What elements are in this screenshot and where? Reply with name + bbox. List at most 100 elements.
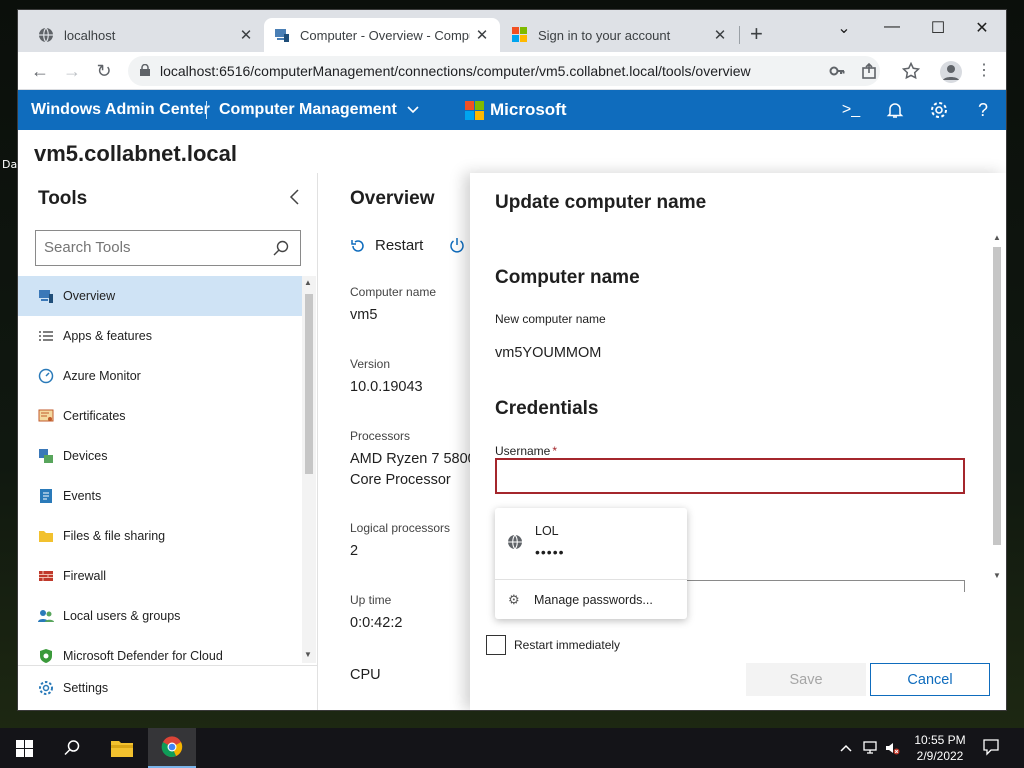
collapse-chevron-icon[interactable]	[288, 188, 300, 206]
tool-item-apps-features[interactable]: Apps & features	[18, 316, 302, 356]
saved-credential-option[interactable]: LOL •••••	[495, 508, 687, 580]
tool-label: Local users & groups	[63, 609, 181, 623]
file-explorer-button[interactable]	[98, 728, 146, 768]
tab-close-icon[interactable]: ✕	[238, 26, 254, 44]
scroll-up-icon[interactable]: ▲	[993, 233, 1001, 242]
notification-center-icon[interactable]	[982, 738, 1000, 756]
desktop-icon-label: Da	[2, 158, 18, 171]
maximize-button[interactable]: ☐	[926, 18, 950, 38]
property-value: 10.0.19043	[350, 379, 423, 395]
header-divider	[206, 101, 207, 119]
saved-password-mask: •••••	[535, 544, 565, 560]
tool-item-overview[interactable]: Overview	[18, 276, 302, 316]
required-marker: *	[552, 444, 558, 458]
tool-item-devices[interactable]: Devices	[18, 436, 302, 476]
profile-avatar-icon[interactable]	[940, 61, 962, 83]
tool-label: Overview	[63, 289, 116, 303]
tools-heading: Tools	[38, 188, 88, 209]
tools-pane: Tools Overview Apps & features Azure Mon…	[18, 173, 318, 710]
start-button[interactable]	[0, 728, 48, 768]
system-clock[interactable]: 10:55 PM 2/9/2022	[908, 732, 972, 764]
section-switcher[interactable]: Computer Management	[219, 101, 419, 119]
tool-item-files[interactable]: Files & file sharing	[18, 516, 302, 556]
power-icon[interactable]	[449, 237, 465, 253]
username-input[interactable]	[495, 458, 965, 494]
save-button[interactable]: Save	[746, 663, 866, 696]
volume-muted-icon[interactable]	[884, 740, 900, 756]
app-title[interactable]: Windows Admin Center	[31, 101, 210, 119]
restart-button[interactable]: Restart	[350, 237, 423, 254]
scroll-up-icon[interactable]: ▲	[304, 278, 312, 287]
notification-bell-icon[interactable]	[885, 100, 905, 120]
new-name-value[interactable]: vm5YOUMMOM	[495, 345, 601, 361]
tab-strip: localhost ✕ Computer - Overview - Comput…	[18, 10, 1006, 52]
bookmark-star-icon[interactable]	[902, 62, 920, 80]
network-icon[interactable]	[862, 740, 878, 756]
tool-item-events[interactable]: Events	[18, 476, 302, 516]
forward-button[interactable]: →	[61, 61, 83, 83]
reload-button[interactable]: ↻	[93, 61, 115, 83]
scroll-thumb[interactable]	[993, 247, 1001, 545]
help-icon[interactable]: ?	[973, 100, 993, 120]
tab-search-dropdown-icon[interactable]: ⌄	[832, 18, 856, 38]
cancel-button[interactable]: Cancel	[870, 663, 990, 696]
password-field[interactable]	[665, 580, 965, 592]
scroll-down-icon[interactable]: ▼	[304, 650, 312, 659]
panel-title: Update computer name	[495, 192, 707, 213]
tab-close-icon[interactable]: ✕	[474, 26, 490, 44]
scroll-down-icon[interactable]: ▼	[993, 571, 1001, 580]
tool-item-azure-monitor[interactable]: Azure Monitor	[18, 356, 302, 396]
share-icon[interactable]	[860, 62, 878, 80]
search-input[interactable]	[44, 239, 264, 256]
chrome-button[interactable]	[148, 728, 196, 768]
restart-immediately-checkbox[interactable]: Restart immediately	[486, 635, 620, 655]
update-computer-name-panel: Update computer name ▲ ▼ Computer name N…	[470, 173, 1006, 710]
property-label: Logical processors	[350, 521, 451, 535]
browser-window: localhost ✕ Computer - Overview - Comput…	[18, 10, 1006, 710]
tool-item-settings[interactable]: Settings	[18, 665, 318, 709]
back-button[interactable]: ←	[29, 61, 51, 83]
windows-logo-icon	[15, 739, 33, 757]
overview-icon	[39, 290, 53, 303]
checkbox-box[interactable]	[486, 635, 506, 655]
tools-scrollbar[interactable]: ▲ ▼	[302, 276, 316, 663]
globe-icon	[39, 27, 53, 43]
url-text: localhost:6516/computerManagement/connec…	[160, 63, 751, 79]
property-computer-name: Computer name vm5	[350, 285, 436, 326]
panel-scrollbar[interactable]: ▲ ▼	[990, 233, 1004, 583]
windows-taskbar: 10:55 PM 2/9/2022	[0, 728, 1024, 768]
address-bar[interactable]: localhost:6516/computerManagement/connec…	[128, 56, 880, 86]
scroll-thumb[interactable]	[305, 294, 313, 474]
tool-item-firewall[interactable]: Firewall	[18, 556, 302, 596]
tool-item-local-users[interactable]: Local users & groups	[18, 596, 302, 636]
search-button[interactable]	[48, 728, 96, 768]
browser-menu-icon[interactable]: ⋮	[976, 60, 992, 80]
close-window-button[interactable]: ✕	[970, 18, 994, 38]
page-title: vm5.collabnet.local	[34, 141, 237, 166]
chevron-up-icon[interactable]	[838, 740, 854, 756]
key-icon[interactable]	[828, 62, 846, 80]
property-version: Version 10.0.19043	[350, 357, 423, 398]
property-cpu: CPU	[350, 665, 381, 686]
search-icon[interactable]	[272, 239, 290, 257]
folder-icon	[111, 741, 133, 757]
powershell-icon[interactable]: >_	[841, 100, 861, 120]
tool-item-certificates[interactable]: Certificates	[18, 396, 302, 436]
property-value: 0:0:42:2	[350, 615, 403, 631]
section-label: Computer Management	[219, 101, 397, 118]
tab-computer-overview[interactable]: Computer - Overview - Computer Managemen…	[264, 18, 500, 52]
settings-gear-icon[interactable]	[929, 100, 949, 120]
credentials-heading: Credentials	[495, 398, 599, 419]
shield-icon	[40, 649, 52, 663]
tab-localhost[interactable]: localhost ✕	[28, 18, 264, 52]
tab-close-icon[interactable]: ✕	[712, 26, 728, 44]
property-value: AMD Ryzen 7 5800	[350, 451, 476, 467]
microsoft-icon	[512, 27, 528, 43]
manage-passwords-option[interactable]: ⚙ Manage passwords...	[495, 580, 687, 619]
new-tab-button[interactable]: +	[750, 23, 763, 45]
folder-icon	[39, 531, 53, 542]
tools-list: Overview Apps & features Azure Monitor C…	[18, 276, 302, 676]
tab-sign-in[interactable]: Sign in to your account ✕	[502, 18, 738, 52]
minimize-button[interactable]: —	[880, 18, 904, 36]
tool-label: Certificates	[63, 409, 126, 423]
